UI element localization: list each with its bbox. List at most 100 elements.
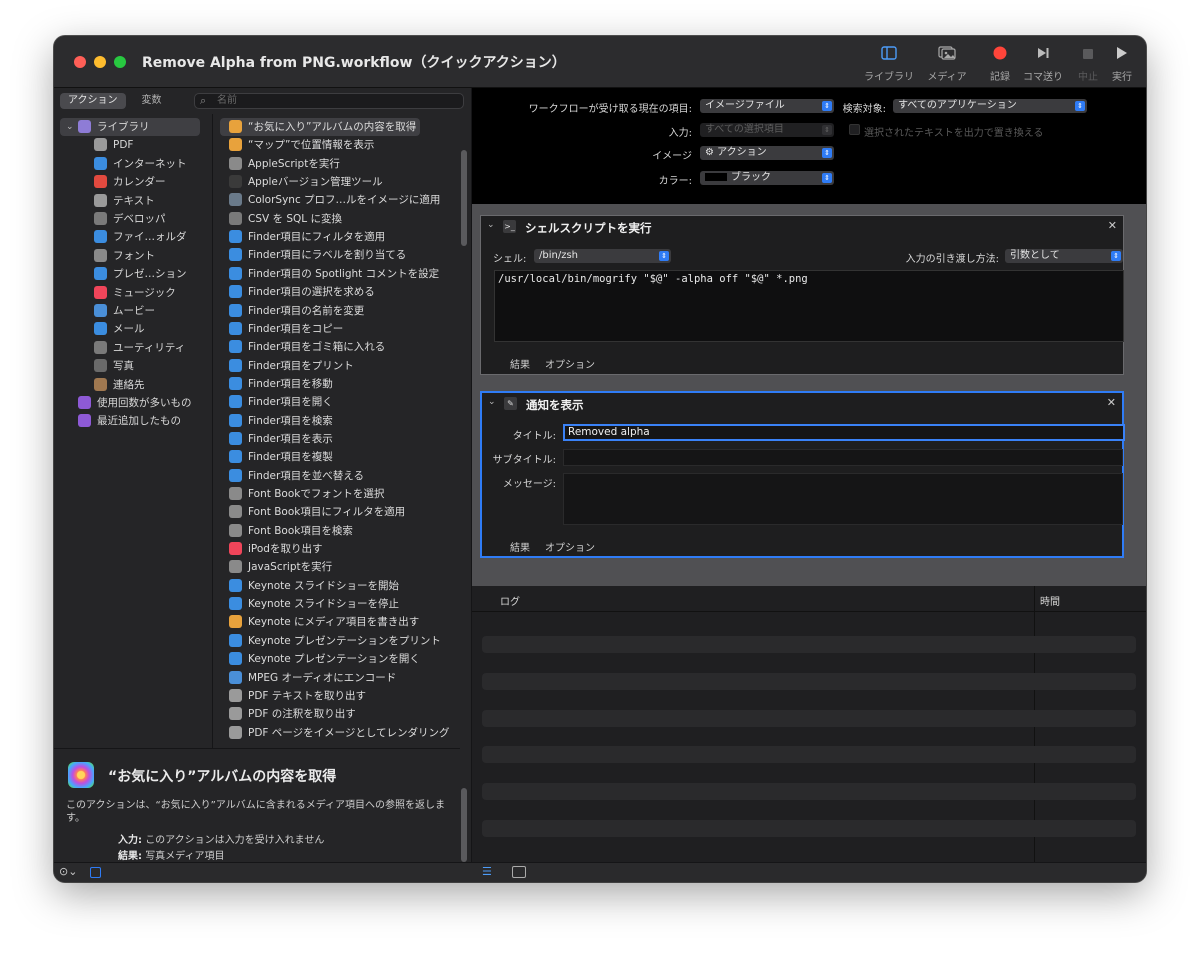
- list-item[interactable]: Finder項目を検索: [220, 412, 454, 430]
- list-item[interactable]: iPodを取り出す: [220, 540, 454, 558]
- list-item[interactable]: Appleバージョン管理ツール: [220, 173, 454, 191]
- shell-tab-results[interactable]: 結果: [510, 356, 530, 371]
- list-item[interactable]: Finder項目の選択を求める: [220, 283, 454, 301]
- list-item[interactable]: “マップ”で位置情報を表示: [220, 136, 454, 154]
- list-item[interactable]: Finder項目の名前を変更: [220, 302, 454, 320]
- replace-text-checkbox[interactable]: [849, 124, 860, 135]
- library-toolbar-button[interactable]: ライブラリ: [862, 46, 916, 86]
- action-icon: [229, 266, 242, 280]
- script-editor[interactable]: /usr/local/bin/mogrify "$@" -alpha off "…: [494, 270, 1124, 342]
- utility-icon: [94, 340, 107, 354]
- sidebar-item[interactable]: 最近追加したもの: [60, 412, 200, 430]
- action-item-label: PDF の注釈を取り出す: [248, 708, 356, 721]
- split-view-icon[interactable]: [512, 866, 526, 878]
- action-list-scrollbar[interactable]: [461, 150, 467, 246]
- description-toggle-icon[interactable]: [90, 867, 101, 878]
- list-item[interactable]: JavaScriptを実行: [220, 558, 454, 576]
- sidebar-item[interactable]: 使用回数が多いもの: [60, 394, 200, 412]
- list-item[interactable]: ColorSync プロフ…ルをイメージに適用: [220, 191, 454, 209]
- notification-title-field[interactable]: Removed alpha: [563, 424, 1125, 441]
- chevron-down-icon[interactable]: ⌄: [488, 397, 496, 407]
- list-item[interactable]: Finder項目にラベルを割り当てる: [220, 246, 454, 264]
- sidebar-item[interactable]: 写真: [60, 357, 200, 375]
- shell-script-action[interactable]: ⌄ >_ シェルスクリプトを実行 ✕ シェル: /bin/zsh ⇕ 入力の引き…: [480, 215, 1124, 375]
- run-toolbar-button[interactable]: 実行: [1095, 46, 1146, 86]
- sidebar-item[interactable]: ミュージック: [60, 284, 200, 302]
- sidebar-item[interactable]: 連絡先: [60, 376, 200, 394]
- list-item[interactable]: Keynote スライドショーを開始: [220, 577, 454, 595]
- sidebar-item[interactable]: ムービー: [60, 302, 200, 320]
- list-item[interactable]: Finder項目をプリント: [220, 357, 454, 375]
- sidebar-item[interactable]: ⌄ ライブラリ: [60, 118, 200, 136]
- list-item[interactable]: Keynote スライドショーを停止: [220, 595, 454, 613]
- list-item[interactable]: AppleScriptを実行: [220, 155, 454, 173]
- notification-tab-options[interactable]: オプション: [545, 539, 595, 554]
- sidebar-item[interactable]: テキスト: [60, 192, 200, 210]
- list-item[interactable]: “お気に入り”アルバムの内容を取得: [220, 118, 420, 136]
- list-item[interactable]: Finder項目にフィルタを適用: [220, 228, 454, 246]
- description-scrollbar[interactable]: [461, 788, 467, 862]
- sidebar-item[interactable]: フォント: [60, 247, 200, 265]
- list-item[interactable]: Finder項目の Spotlight コメントを設定: [220, 265, 454, 283]
- list-item[interactable]: Font Book項目を検索: [220, 522, 454, 540]
- chevron-down-icon[interactable]: ⌄: [66, 118, 74, 136]
- log-column-header[interactable]: ログ: [500, 593, 520, 608]
- list-item[interactable]: Finder項目をコピー: [220, 320, 454, 338]
- display-notification-action[interactable]: ⌄ ✎ 通知を表示 ✕ タイトル: Removed alpha サブタイトル: …: [480, 391, 1125, 558]
- developer-icon: [94, 212, 107, 225]
- list-item[interactable]: Finder項目を移動: [220, 375, 454, 393]
- action-item-label: Keynote スライドショーを停止: [248, 598, 400, 611]
- sidebar-item[interactable]: PDF: [60, 136, 200, 154]
- notification-subtitle-field[interactable]: [563, 449, 1123, 466]
- list-item[interactable]: Finder項目を表示: [220, 430, 454, 448]
- receives-popup[interactable]: イメージファイル ⇕: [700, 99, 834, 113]
- list-item[interactable]: MPEG オーディオにエンコード: [220, 669, 454, 687]
- list-view-icon[interactable]: ☰: [482, 865, 492, 878]
- shell-popup[interactable]: /bin/zsh ⇕: [534, 249, 671, 263]
- chevron-down-icon[interactable]: ⌄: [487, 220, 495, 230]
- notification-tab-results[interactable]: 結果: [510, 539, 530, 554]
- tab-actions[interactable]: アクション: [60, 93, 126, 109]
- list-item[interactable]: Keynote にメディア項目を書き出す: [220, 613, 454, 631]
- minimize-window-button[interactable]: [94, 56, 106, 68]
- sidebar-item[interactable]: デベロッパ: [60, 210, 200, 228]
- list-item[interactable]: Font Bookでフォントを選択: [220, 485, 454, 503]
- list-item[interactable]: Finder項目をゴミ箱に入れる: [220, 338, 454, 356]
- notification-message-field[interactable]: [563, 473, 1123, 525]
- sidebar-item[interactable]: インターネット: [60, 155, 200, 173]
- list-item[interactable]: Keynote プレゼンテーションをプリント: [220, 632, 454, 650]
- list-item[interactable]: CSV を SQL に変換: [220, 210, 454, 228]
- input-popup[interactable]: すべての選択項目 ⇕: [700, 123, 834, 137]
- close-icon[interactable]: ✕: [1108, 219, 1117, 232]
- shell-tab-options[interactable]: オプション: [545, 356, 595, 371]
- media-toolbar-button[interactable]: メディア: [920, 46, 974, 86]
- pass-input-popup[interactable]: 引数として ⇕: [1005, 249, 1123, 263]
- tab-variables[interactable]: 変数: [134, 93, 170, 109]
- list-item[interactable]: Finder項目を開く: [220, 393, 454, 411]
- list-item[interactable]: PDF の注釈を取り出す: [220, 705, 454, 723]
- zoom-window-button[interactable]: [114, 56, 126, 68]
- action-item-label: Finder項目を移動: [248, 377, 333, 390]
- description-title: “お気に入り”アルバムの内容を取得: [108, 769, 337, 785]
- list-item[interactable]: Finder項目を並べ替える: [220, 467, 454, 485]
- image-popup[interactable]: ⚙ アクション ⇕: [700, 146, 834, 160]
- search-target-popup[interactable]: すべてのアプリケーション ⇕: [893, 99, 1087, 113]
- list-item[interactable]: PDF ページをイメージとしてレンダリング: [220, 724, 454, 742]
- list-item[interactable]: PDF テキストを取り出す: [220, 687, 454, 705]
- sidebar-item[interactable]: プレゼ…ション: [60, 265, 200, 283]
- color-popup[interactable]: ブラック ⇕: [700, 171, 834, 185]
- close-window-button[interactable]: [74, 56, 86, 68]
- list-item[interactable]: Finder項目を複製: [220, 448, 454, 466]
- sidebar-item[interactable]: カレンダー: [60, 173, 200, 191]
- close-icon[interactable]: ✕: [1107, 396, 1116, 409]
- action-menu-icon[interactable]: ⊙⌄: [59, 865, 77, 878]
- time-column-header[interactable]: 時間: [1040, 593, 1060, 608]
- sidebar-item[interactable]: ユーティリティ: [60, 339, 200, 357]
- search-field[interactable]: ⌕ 名前: [194, 93, 464, 109]
- sidebar-item[interactable]: ファイ…ォルダ: [60, 228, 200, 246]
- list-item[interactable]: Keynote プレゼンテーションを開く: [220, 650, 454, 668]
- action-item-label: Appleバージョン管理ツール: [248, 176, 383, 189]
- sidebar-item[interactable]: メール: [60, 320, 200, 338]
- list-item[interactable]: Font Book項目にフィルタを適用: [220, 503, 454, 521]
- chevron-updown-icon: ⇕: [822, 148, 832, 158]
